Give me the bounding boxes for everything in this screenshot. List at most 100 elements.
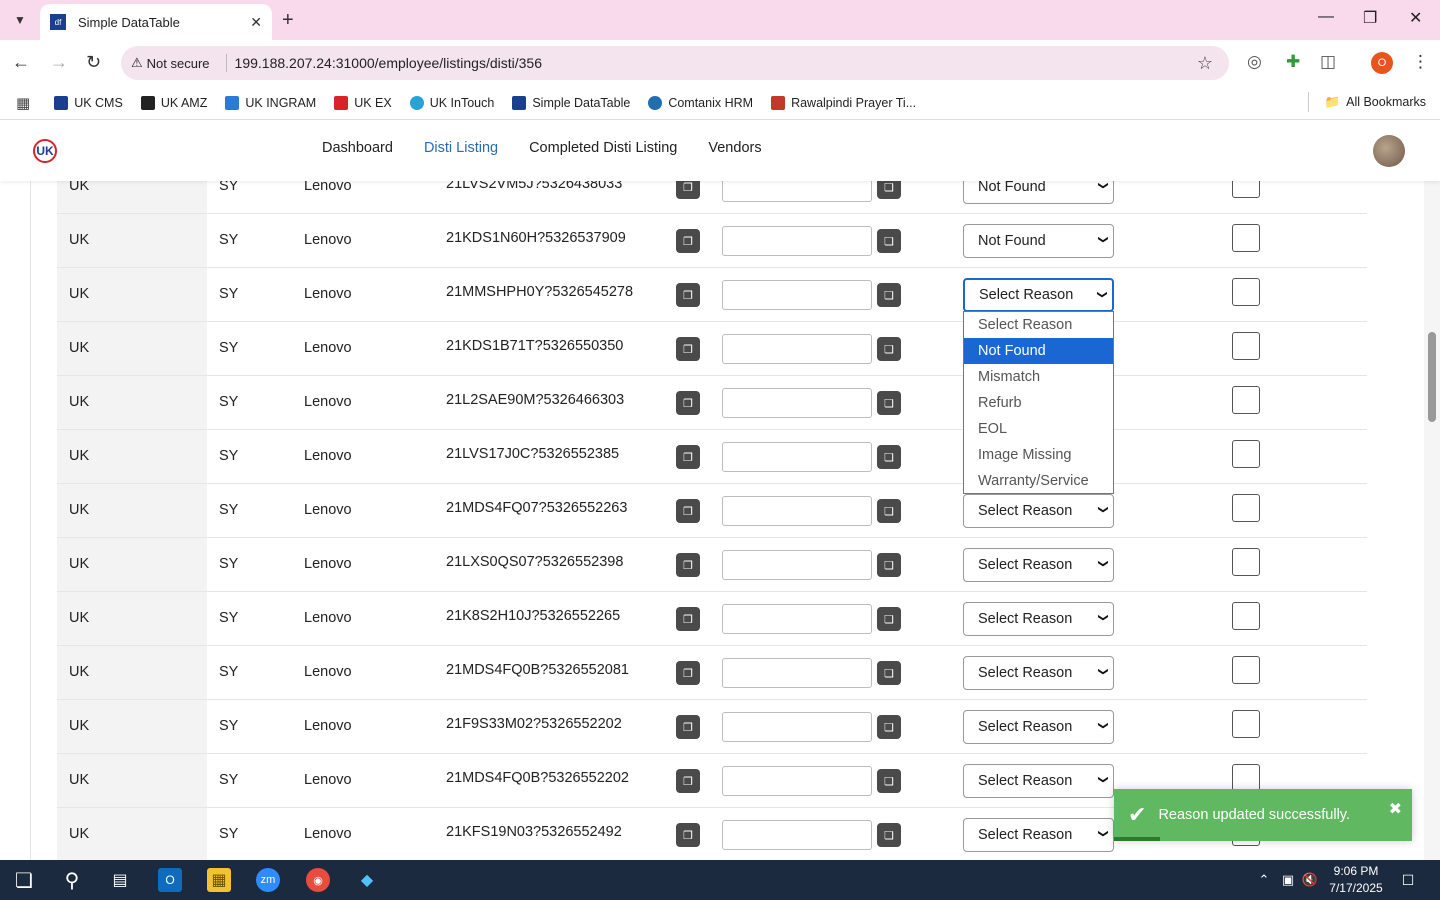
value-input[interactable]: [722, 181, 872, 202]
nav-dashboard[interactable]: Dashboard: [322, 140, 393, 156]
reason-select[interactable]: Select Reason ❮: [963, 656, 1114, 690]
row-checkbox[interactable]: [1232, 656, 1260, 684]
row-checkbox[interactable]: [1232, 332, 1260, 360]
value-input[interactable]: [722, 280, 872, 310]
copy-sku-icon[interactable]: ❐: [676, 769, 700, 793]
bookmark-uk-amz[interactable]: UK AMZ: [140, 95, 207, 110]
task-view-icon[interactable]: ▤: [108, 868, 132, 892]
toast-close-icon[interactable]: ✖: [1389, 799, 1402, 819]
windows-start-icon[interactable]: ❏: [12, 868, 36, 892]
scrollbar-thumb[interactable]: [1428, 332, 1436, 422]
option-eol[interactable]: EOL: [964, 416, 1113, 442]
omnibox[interactable]: ⚠ Not secure 199.188.207.24:31000/employe…: [121, 46, 1229, 80]
copy-sku-icon[interactable]: ❐: [676, 229, 700, 253]
reason-select[interactable]: Not Found ❮: [963, 224, 1114, 258]
back-icon[interactable]: ←: [12, 52, 30, 73]
zoom-icon[interactable]: zm: [256, 868, 280, 892]
taskbar-clock[interactable]: 9:06 PM 7/17/2025: [1316, 863, 1396, 897]
bookmark-comtanix-hrm[interactable]: Comtanix HRM: [648, 95, 753, 110]
paste-icon[interactable]: ❏: [877, 229, 901, 253]
row-checkbox[interactable]: [1232, 181, 1260, 198]
value-input[interactable]: [722, 334, 872, 364]
paste-icon[interactable]: ❏: [877, 553, 901, 577]
paste-icon[interactable]: ❏: [877, 607, 901, 631]
copy-sku-icon[interactable]: ❐: [676, 823, 700, 847]
value-input[interactable]: [722, 442, 872, 472]
reason-select[interactable]: Select Reason ❮: [963, 818, 1114, 852]
browser-tab[interactable]: df Simple DataTable ✕: [40, 4, 272, 40]
copy-sku-icon[interactable]: ❐: [676, 661, 700, 685]
all-bookmarks[interactable]: 📁 All Bookmarks: [1307, 92, 1426, 112]
app-diamond-icon[interactable]: ◆: [355, 868, 379, 892]
option-mismatch[interactable]: Mismatch: [964, 364, 1113, 390]
paste-icon[interactable]: ❏: [877, 715, 901, 739]
value-input[interactable]: [722, 388, 872, 418]
search-icon[interactable]: ⚲: [60, 868, 84, 892]
row-checkbox[interactable]: [1232, 602, 1260, 630]
reload-icon[interactable]: ↻: [86, 52, 101, 73]
value-input[interactable]: [722, 658, 872, 688]
nav-disti-listing[interactable]: Disti Listing: [424, 140, 498, 156]
apps-grid-icon[interactable]: ▦: [16, 94, 30, 112]
value-input[interactable]: [722, 550, 872, 580]
option-warranty-service[interactable]: Warranty/Service: [964, 468, 1113, 494]
copy-sku-icon[interactable]: ❐: [676, 283, 700, 307]
extension-plus-icon[interactable]: ✚: [1286, 52, 1300, 72]
reason-select[interactable]: Not Found ❮: [963, 181, 1114, 204]
uk-logo[interactable]: UK: [33, 139, 57, 163]
copy-sku-icon[interactable]: ❐: [676, 715, 700, 739]
network-icon[interactable]: ▣: [1276, 868, 1300, 892]
row-checkbox[interactable]: [1232, 278, 1260, 306]
paste-icon[interactable]: ❏: [877, 283, 901, 307]
translate-icon[interactable]: ◎: [1247, 52, 1262, 72]
copy-sku-icon[interactable]: ❐: [676, 181, 700, 199]
row-checkbox[interactable]: [1232, 710, 1260, 738]
paste-icon[interactable]: ❏: [877, 181, 901, 199]
url-text[interactable]: 199.188.207.24:31000/employee/listings/d…: [235, 55, 542, 71]
paste-icon[interactable]: ❏: [877, 823, 901, 847]
notifications-icon[interactable]: ☐: [1396, 868, 1420, 892]
forward-icon[interactable]: →: [50, 52, 68, 73]
browser-menu-icon[interactable]: ⋮: [1412, 52, 1429, 72]
reason-select[interactable]: Select Reason ❮: [963, 494, 1114, 528]
restore-icon[interactable]: ❐: [1363, 8, 1377, 28]
close-tab-icon[interactable]: ✕: [250, 14, 262, 31]
option-image-missing[interactable]: Image Missing: [964, 442, 1113, 468]
nav-vendors[interactable]: Vendors: [708, 140, 761, 156]
row-checkbox[interactable]: [1232, 440, 1260, 468]
reason-select[interactable]: Select Reason ❮: [963, 764, 1114, 798]
user-avatar[interactable]: [1373, 135, 1405, 167]
bookmark-rawalpindi-prayer[interactable]: Rawalpindi Prayer Ti...: [771, 95, 916, 110]
reason-select[interactable]: Select Reason ❮: [963, 548, 1114, 582]
paste-icon[interactable]: ❏: [877, 337, 901, 361]
value-input[interactable]: [722, 496, 872, 526]
copy-sku-icon[interactable]: ❐: [676, 553, 700, 577]
bookmark-uk-intouch[interactable]: UK InTouch: [409, 95, 494, 110]
paste-icon[interactable]: ❏: [877, 391, 901, 415]
copy-sku-icon[interactable]: ❐: [676, 607, 700, 631]
not-secure-badge[interactable]: ⚠ Not secure: [131, 55, 210, 71]
copy-sku-icon[interactable]: ❐: [676, 499, 700, 523]
chrome-icon[interactable]: ◉: [306, 868, 330, 892]
bookmark-star-icon[interactable]: ☆: [1197, 53, 1213, 74]
value-input[interactable]: [722, 766, 872, 796]
row-checkbox[interactable]: [1232, 386, 1260, 414]
reason-select[interactable]: Select Reason ❮: [963, 278, 1114, 312]
reason-dropdown-list[interactable]: Select Reason Not Found Mismatch Refurb …: [963, 311, 1114, 494]
outlook-icon[interactable]: O: [158, 868, 182, 892]
value-input[interactable]: [722, 226, 872, 256]
copy-sku-icon[interactable]: ❐: [676, 391, 700, 415]
reason-select[interactable]: Select Reason ❮: [963, 602, 1114, 636]
option-not-found[interactable]: Not Found: [964, 338, 1113, 364]
value-input[interactable]: [722, 712, 872, 742]
copy-sku-icon[interactable]: ❐: [676, 337, 700, 361]
page-scrollbar[interactable]: [1424, 121, 1440, 860]
option-select-reason[interactable]: Select Reason: [964, 312, 1113, 338]
row-checkbox[interactable]: [1232, 764, 1260, 792]
extensions-puzzle-icon[interactable]: ◫: [1320, 52, 1336, 72]
file-explorer-icon[interactable]: ▦: [207, 868, 231, 892]
bookmark-uk-ex[interactable]: UK EX: [334, 95, 392, 110]
profile-avatar[interactable]: O: [1371, 52, 1393, 74]
bookmark-simple-datatable[interactable]: Simple DataTable: [512, 95, 630, 110]
paste-icon[interactable]: ❏: [877, 499, 901, 523]
